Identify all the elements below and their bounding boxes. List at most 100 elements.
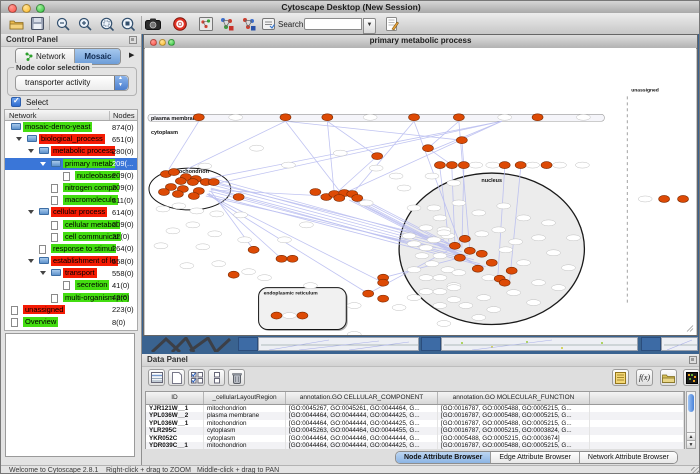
table-cell[interactable]: [GO:0005488, GO:0005215, GO:0003674] <box>438 435 590 442</box>
network-node[interactable] <box>233 193 244 200</box>
network-node[interactable] <box>193 114 204 121</box>
table-cell[interactable]: [GO:0045263, GO:0044464, GO:0044455, G..… <box>286 427 438 434</box>
disclosure-triangle-icon[interactable] <box>40 271 46 275</box>
node-label-oval[interactable] <box>547 250 561 256</box>
node-label-oval[interactable] <box>427 237 441 243</box>
window-resize-grip[interactable] <box>691 467 700 474</box>
node-label-oval[interactable] <box>452 200 466 206</box>
network-node[interactable] <box>464 247 475 254</box>
network-node[interactable] <box>322 114 333 121</box>
tree-row[interactable]: nitrogen compo209(0) <box>5 182 137 194</box>
tab-mosaic[interactable]: Mosaic <box>74 49 120 64</box>
minimized-window-preview[interactable] <box>661 337 698 351</box>
minimized-window-titlebar[interactable] <box>421 337 441 351</box>
node-label-oval[interactable] <box>369 165 383 171</box>
network-edge[interactable] <box>209 195 383 283</box>
network-node[interactable] <box>446 162 457 169</box>
network-node[interactable] <box>456 137 467 144</box>
preferences-editor-icon[interactable] <box>383 15 401 32</box>
node-label-oval[interactable] <box>433 275 447 281</box>
search-dropdown-icon[interactable]: ▼ <box>363 18 376 34</box>
new-attribute-icon[interactable] <box>168 369 185 386</box>
scrollbar-thumb[interactable] <box>688 394 694 412</box>
node-label-oval[interactable] <box>389 173 403 179</box>
matrix-heatmap-icon[interactable] <box>683 369 700 386</box>
table-cell[interactable] <box>590 435 684 442</box>
table-cell[interactable]: cytoplasm <box>204 435 286 442</box>
annotation-form-icon[interactable] <box>259 15 277 32</box>
tree-row[interactable]: metabolic process280(0) <box>5 145 137 157</box>
node-label-oval[interactable] <box>299 222 313 228</box>
table-cell[interactable]: [GO:0016787, GO:0005488, GO:0005215, G..… <box>438 405 590 412</box>
node-label-oval[interactable] <box>402 233 416 239</box>
disclosure-triangle-icon[interactable] <box>16 137 22 141</box>
network-node[interactable] <box>158 189 169 196</box>
unselect-attributes-icon[interactable] <box>208 369 225 386</box>
node-label-oval[interactable] <box>234 212 248 218</box>
network-node[interactable] <box>454 254 465 261</box>
network-node[interactable] <box>506 267 517 274</box>
table-cell[interactable]: [GO:0016787, GO:0005488, GO:0005215, G..… <box>438 420 590 427</box>
tree-row[interactable]: cellular metabol209(0) <box>5 219 137 231</box>
node-label-oval[interactable] <box>452 270 466 276</box>
node-label-oval[interactable] <box>407 205 421 211</box>
node-label-oval[interactable] <box>447 285 461 291</box>
column-header[interactable]: ID <box>146 392 204 404</box>
node-label-oval[interactable] <box>477 295 491 301</box>
table-cell[interactable]: YPL036W__1 <box>146 420 204 427</box>
float-panel-icon[interactable] <box>689 356 697 364</box>
network-edge[interactable] <box>206 121 502 179</box>
node-label-oval[interactable] <box>419 225 433 231</box>
node-label-oval[interactable] <box>333 150 347 156</box>
network-edge[interactable] <box>285 121 340 192</box>
network-node[interactable] <box>352 194 363 201</box>
search-input[interactable] <box>304 18 362 30</box>
network-node[interactable] <box>409 114 420 121</box>
tree-col-network[interactable]: Network <box>9 111 37 120</box>
network-node[interactable] <box>378 279 389 286</box>
node-label-oval[interactable] <box>575 162 589 168</box>
attribute-table-icon[interactable] <box>148 369 165 386</box>
network-node[interactable] <box>532 114 543 121</box>
node-label-oval[interactable] <box>359 200 373 206</box>
network-node[interactable] <box>449 242 460 249</box>
network-node[interactable] <box>310 189 321 196</box>
tree-row[interactable]: nucleobase-209(0) <box>5 170 137 182</box>
network-node[interactable] <box>472 265 483 272</box>
network-node[interactable] <box>659 195 670 202</box>
node-label-oval[interactable] <box>208 231 222 237</box>
tab-network-attribute-browser[interactable]: Network Attribute Browser <box>579 452 677 463</box>
node-label-oval[interactable] <box>407 295 421 301</box>
snapshot-camera-icon[interactable] <box>144 15 162 32</box>
node-label-oval[interactable] <box>566 235 580 241</box>
table-cell[interactable]: plasma membrane <box>204 412 286 419</box>
node-label-oval[interactable] <box>527 300 541 306</box>
tree-row[interactable]: establishment of lo558(0) <box>5 255 137 267</box>
network-node[interactable] <box>459 235 470 242</box>
table-cell[interactable] <box>590 412 684 419</box>
node-label-oval[interactable] <box>303 283 317 289</box>
network-node[interactable] <box>458 162 469 169</box>
tree-row[interactable]: cellular process614(0) <box>5 206 137 218</box>
table-row[interactable]: YLR295Ccytoplasm[GO:0045263, GO:0044464,… <box>146 427 684 434</box>
network-node[interactable] <box>372 153 383 160</box>
open-file-icon[interactable] <box>7 15 25 32</box>
import-network-icon[interactable] <box>217 15 235 32</box>
tree-row[interactable]: biological_process651(0) <box>5 133 137 145</box>
table-cell[interactable] <box>590 405 684 412</box>
node-label-oval[interactable] <box>347 331 361 335</box>
tree-row[interactable]: Overview8(0) <box>5 316 137 328</box>
network-node[interactable] <box>175 178 186 185</box>
column-header[interactable]: annotation.GO CELLULAR_COMPONENT <box>286 392 438 404</box>
node-label-oval[interactable] <box>363 114 377 120</box>
network-canvas[interactable]: plasma membrane cytoplasm mitochondrion … <box>145 48 696 335</box>
network-node[interactable] <box>363 290 374 297</box>
table-cell[interactable] <box>590 420 684 427</box>
network-view-window[interactable]: primary metabolic process plasma membran… <box>143 34 698 336</box>
node-label-oval[interactable] <box>250 145 264 151</box>
table-cell[interactable]: YPL036W__2 <box>146 412 204 419</box>
save-icon[interactable] <box>28 15 46 32</box>
delete-attribute-trash-icon[interactable] <box>228 369 245 386</box>
tree-row[interactable]: unassigned223(0) <box>5 304 137 316</box>
tree-row[interactable]: primary metab209(... <box>5 158 137 170</box>
